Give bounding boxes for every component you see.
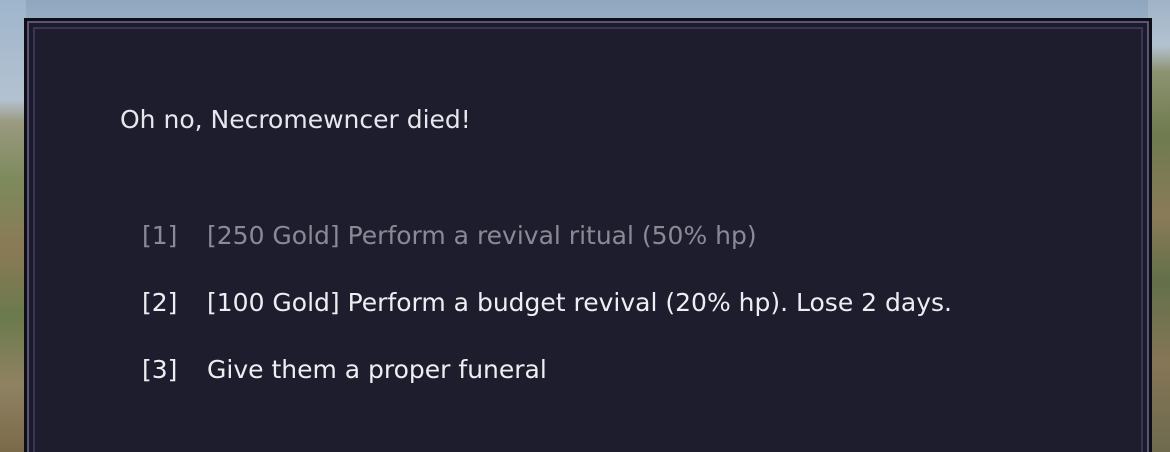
option-1-revival-ritual[interactable]: [1] [250 Gold] Perform a revival ritual … (142, 221, 952, 288)
dialog-panel: Oh no, Necromewncer died! [1] [250 Gold]… (33, 27, 1143, 452)
option-1-key: [1] (142, 221, 178, 250)
option-3-key: [3] (142, 355, 178, 384)
event-dialog: Oh no, Necromewncer died! [1] [250 Gold]… (24, 18, 1152, 452)
dialog-border: Oh no, Necromewncer died! [1] [250 Gold]… (27, 21, 1149, 452)
option-2-key: [2] (142, 288, 178, 317)
option-2-label: [100 Gold] Perform a budget revival (20%… (207, 288, 952, 317)
dialog-options: [1] [250 Gold] Perform a revival ritual … (142, 221, 952, 422)
option-3-label: Give them a proper funeral (207, 355, 547, 384)
option-3-funeral[interactable]: [3] Give them a proper funeral (142, 355, 952, 422)
option-1-label: [250 Gold] Perform a revival ritual (50%… (207, 221, 757, 250)
background-landscape-left (0, 0, 26, 452)
option-2-budget-revival[interactable]: [2] [100 Gold] Perform a budget revival … (142, 288, 952, 355)
dialog-message: Oh no, Necromewncer died! (120, 105, 471, 134)
